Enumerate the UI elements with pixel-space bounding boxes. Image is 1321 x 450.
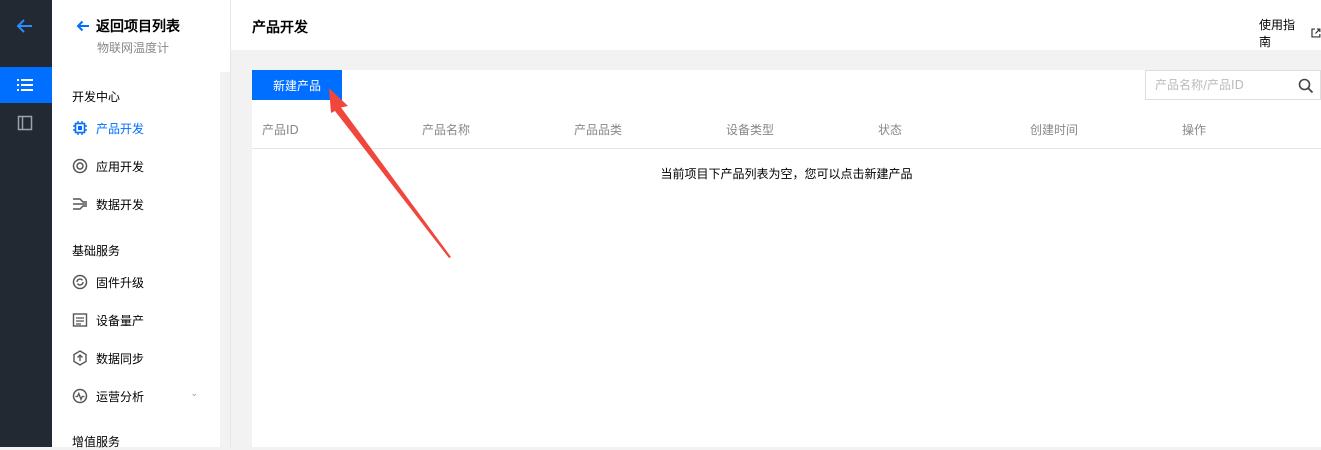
sidebar-item-data-dev[interactable]: 数据开发 <box>72 194 212 214</box>
search-input[interactable] <box>1155 77 1295 93</box>
usage-guide-label: 使用指南 <box>1259 18 1296 49</box>
sidebar-item-ops-analysis[interactable]: 运营分析 ⌄ <box>72 386 212 406</box>
usage-guide-link[interactable]: 使用指南 <box>1259 16 1321 50</box>
sidebar-item-label: 运营分析 <box>96 389 145 404</box>
sidebar-scrollbar[interactable] <box>220 72 230 447</box>
project-name: 物联网温度计 <box>97 41 170 55</box>
group-value-added-services: 增值服务 <box>72 435 121 449</box>
chip-icon <box>72 120 88 136</box>
arrow-left-icon[interactable] <box>13 14 37 38</box>
data-flow-icon <box>72 196 88 212</box>
sidebar <box>52 0 230 447</box>
external-link-icon <box>1311 28 1321 38</box>
sync-icon <box>72 350 88 366</box>
pulse-icon <box>72 388 88 404</box>
sidebar-item-app-dev[interactable]: 应用开发 <box>72 156 212 176</box>
new-product-button[interactable]: 新建产品 <box>252 70 342 100</box>
arrow-left-icon <box>76 20 89 32</box>
divider <box>230 0 231 447</box>
sidebar-item-label: 应用开发 <box>96 159 145 174</box>
chevron-down-icon[interactable]: ⌄ <box>190 389 198 399</box>
column-header-created-time: 创建时间 <box>1030 123 1079 137</box>
column-header-device-type: 设备类型 <box>726 123 775 137</box>
sidebar-item-label: 数据同步 <box>96 351 145 366</box>
column-header-product-name: 产品名称 <box>422 123 471 137</box>
column-header-status: 状态 <box>878 123 903 137</box>
page-title: 产品开发 <box>252 20 308 36</box>
refresh-icon <box>72 274 88 290</box>
column-header-product-id: 产品ID <box>262 123 299 137</box>
sidebar-item-label: 数据开发 <box>96 197 145 212</box>
target-icon <box>72 158 88 174</box>
column-header-product-category: 产品品类 <box>574 123 623 137</box>
column-header-actions: 操作 <box>1182 123 1207 137</box>
sidebar-item-firmware-upgrade[interactable]: 固件升级 <box>72 272 212 292</box>
empty-table-message: 当前项目下产品列表为空，您可以点击新建产品 <box>660 167 913 181</box>
sidebar-item-data-sync[interactable]: 数据同步 <box>72 348 212 368</box>
table-header: 产品ID 产品名称 产品品类 设备类型 状态 创建时间 操作 <box>252 110 1321 149</box>
back-to-project-list-link[interactable]: 返回项目列表 <box>75 16 180 36</box>
sidebar-item-label: 固件升级 <box>96 275 145 290</box>
group-dev-center: 开发中心 <box>72 90 121 104</box>
sidebar-item-label: 设备量产 <box>96 313 145 328</box>
document-list-icon <box>72 312 88 328</box>
group-basic-services: 基础服务 <box>72 244 121 258</box>
book-icon[interactable] <box>17 115 33 134</box>
sidebar-item-product-dev[interactable]: 产品开发 <box>72 118 212 138</box>
back-link-label: 返回项目列表 <box>96 19 180 35</box>
sidebar-item-label: 产品开发 <box>96 121 145 136</box>
search-icon[interactable] <box>1298 78 1314 94</box>
product-search-box <box>1145 70 1321 100</box>
page-header: 产品开发 使用指南 <box>231 0 1321 50</box>
list-icon[interactable] <box>0 67 52 103</box>
nav-rail <box>0 0 52 447</box>
sidebar-item-mass-production[interactable]: 设备量产 <box>72 310 212 330</box>
